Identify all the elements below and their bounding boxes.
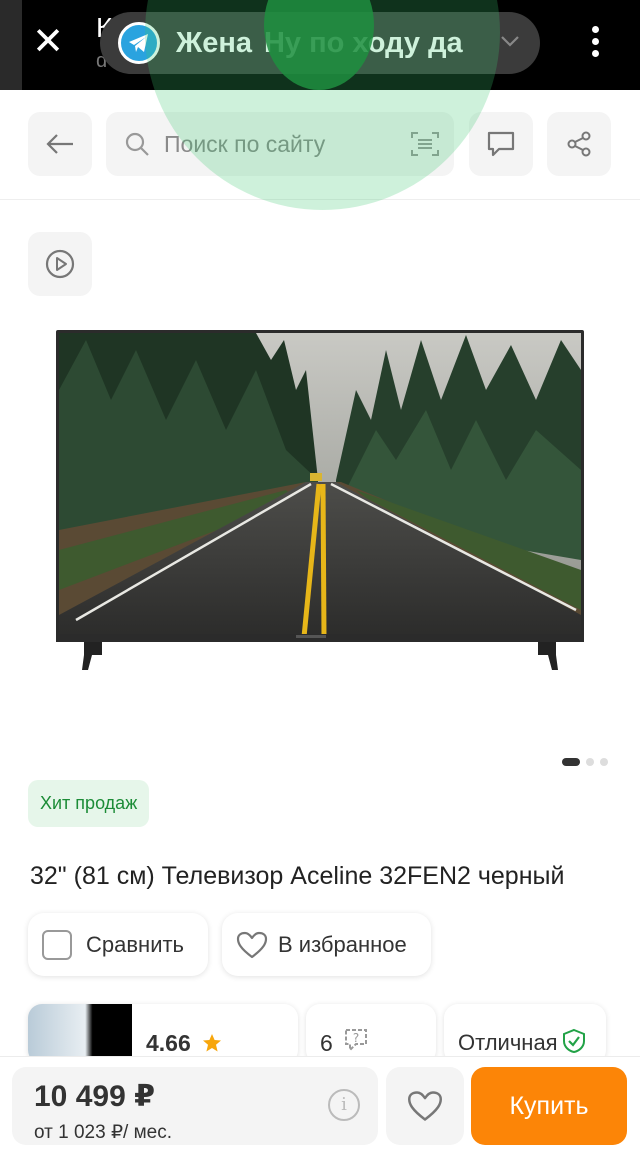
monthly-payment: от 1 023 ₽/ мес. <box>34 1122 173 1143</box>
purchase-bar: 10 499 ₽ от 1 023 ₽/ мес. i Купить <box>0 1056 640 1166</box>
buy-button[interactable]: Купить <box>471 1067 627 1145</box>
pager-dot-active[interactable] <box>562 758 580 766</box>
info-icon[interactable]: i <box>328 1089 360 1121</box>
heart-icon <box>236 931 268 958</box>
shield-check-icon <box>563 1028 585 1054</box>
site-header: Поиск по сайту <box>0 90 640 200</box>
play-icon <box>45 249 75 279</box>
questions-card[interactable]: 6 ? <box>306 1004 436 1064</box>
compare-checkbox[interactable] <box>42 929 72 960</box>
star-icon <box>203 1034 221 1052</box>
close-icon[interactable]: ✕ <box>28 22 68 62</box>
more-menu-icon[interactable] <box>592 26 600 62</box>
bestseller-badge: Хит продаж <box>28 780 150 827</box>
price: 10 499 ₽ <box>34 1080 155 1113</box>
compare-label: Сравнить <box>86 931 185 957</box>
chevron-down-icon[interactable] <box>500 34 520 48</box>
notification-sender: Жена <box>176 26 252 59</box>
search-placeholder: Поиск по сайту <box>164 130 326 157</box>
svg-text:?: ? <box>353 1031 359 1045</box>
add-to-favorites-button[interactable]: В избранное <box>222 913 431 976</box>
reviews-card[interactable]: 4.66 <box>28 1004 298 1064</box>
rating-value: 4.66 <box>146 1030 191 1056</box>
question-bubble-icon: ? <box>345 1029 367 1053</box>
gallery-pager <box>562 758 608 766</box>
chat-button[interactable] <box>469 112 533 176</box>
review-photo-thumbnail <box>28 1004 132 1064</box>
price-block[interactable]: 10 499 ₽ от 1 023 ₽/ мес. i <box>12 1067 378 1145</box>
search-icon <box>125 132 149 156</box>
quality-card[interactable]: Отличная <box>444 1004 606 1064</box>
product-image[interactable] <box>56 330 584 670</box>
share-icon <box>567 131 591 157</box>
pager-dot[interactable] <box>600 758 608 766</box>
compare-button[interactable]: Сравнить <box>28 913 208 976</box>
arrow-left-icon <box>46 134 73 154</box>
video-button[interactable] <box>28 232 92 296</box>
product-title: 32" (81 см) Телевизор Aceline 32FEN2 чер… <box>30 862 565 890</box>
telegram-icon <box>118 22 160 64</box>
search-input[interactable]: Поиск по сайту <box>106 112 454 176</box>
back-button[interactable] <box>28 112 92 176</box>
share-button[interactable] <box>547 112 611 176</box>
questions-count: 6 <box>320 1030 333 1056</box>
heart-icon <box>408 1091 442 1121</box>
favorite-button[interactable] <box>386 1067 464 1145</box>
favorite-label: В избранное <box>278 931 407 957</box>
left-edge-shade <box>0 0 22 90</box>
chat-bubble-icon <box>487 131 515 157</box>
quality-label: Отличная <box>458 1030 558 1055</box>
scan-icon[interactable] <box>410 130 440 158</box>
pager-dot[interactable] <box>586 758 594 766</box>
